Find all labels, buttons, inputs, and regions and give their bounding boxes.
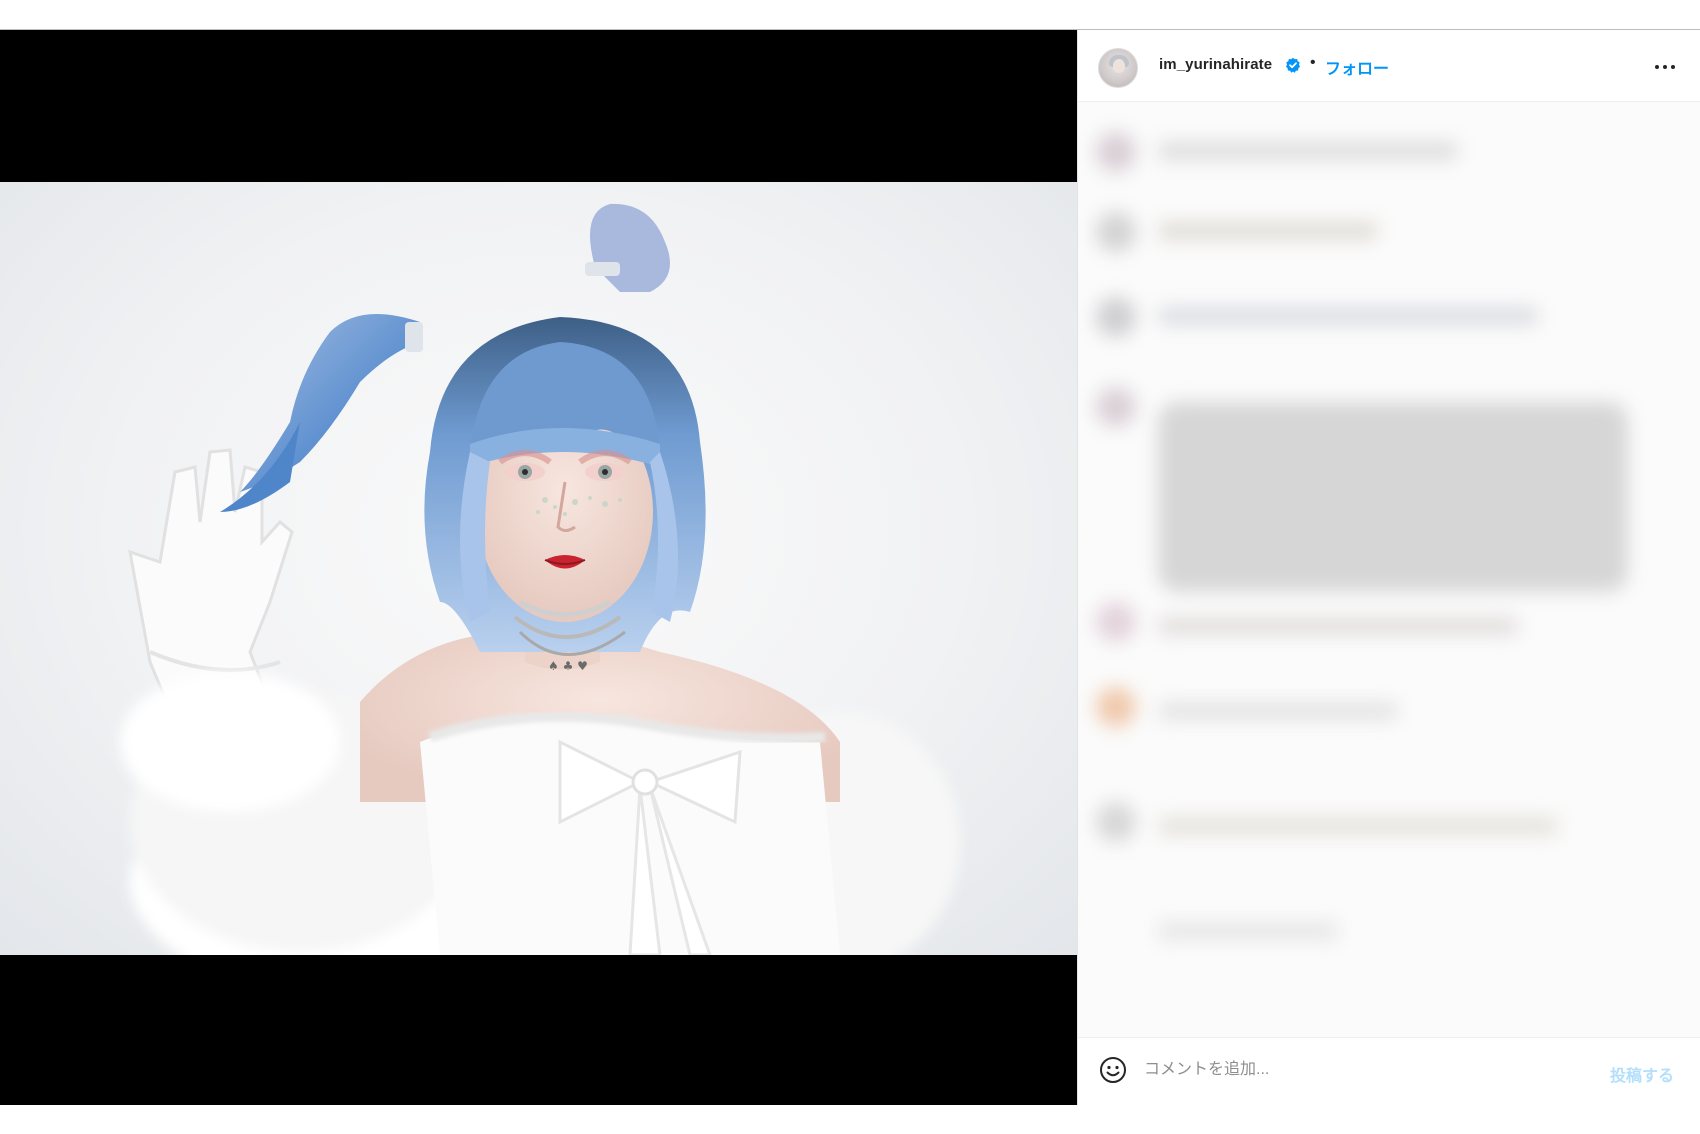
more-horizontal-icon[interactable] (1653, 57, 1677, 77)
media-viewer: ♠ ♣ ♥ (0, 30, 1077, 1105)
post-photo: ♠ ♣ ♥ (0, 182, 1077, 955)
username-link[interactable]: im_yurinahirate (1159, 56, 1272, 73)
post-comment-button[interactable]: 投稿する (1610, 1062, 1674, 1086)
blurred-comment (1096, 212, 1136, 252)
blurred-comment (1096, 387, 1136, 427)
blurred-comment-text (1158, 817, 1558, 835)
avatar[interactable] (1098, 48, 1138, 88)
comment-composer: 投稿する (1078, 1037, 1700, 1105)
blurred-comment (1096, 132, 1136, 172)
blurred-comment-text (1158, 617, 1518, 635)
verified-badge-icon (1286, 57, 1300, 73)
separator-dot: • (1310, 54, 1316, 71)
follow-button[interactable]: フォロー (1325, 55, 1389, 79)
blurred-comment-text (1158, 702, 1398, 720)
top-strip (0, 0, 1700, 30)
smiley-icon[interactable] (1098, 1055, 1128, 1085)
blurred-comment (1096, 802, 1136, 842)
blurred-comment-text (1158, 142, 1458, 160)
blurred-comment (1096, 687, 1136, 727)
blurred-comment (1096, 297, 1136, 337)
post-side-panel: im_yurinahirate • フォロー コメントを追加... 投稿する (1077, 30, 1700, 1105)
comments-list-blurred (1078, 102, 1700, 1037)
blurred-comment-text (1158, 222, 1378, 240)
blurred-comment (1096, 602, 1136, 642)
blurred-comment-text (1158, 922, 1338, 940)
comment-input[interactable] (1144, 1052, 1594, 1088)
portrait-photo-illustration: ♠ ♣ ♥ (120, 203, 960, 955)
blurred-comment-text (1158, 402, 1628, 592)
svg-text:♠ ♣ ♥: ♠ ♣ ♥ (548, 659, 588, 673)
blurred-comment-text (1158, 307, 1538, 325)
post-header: im_yurinahirate • フォロー (1078, 30, 1700, 102)
